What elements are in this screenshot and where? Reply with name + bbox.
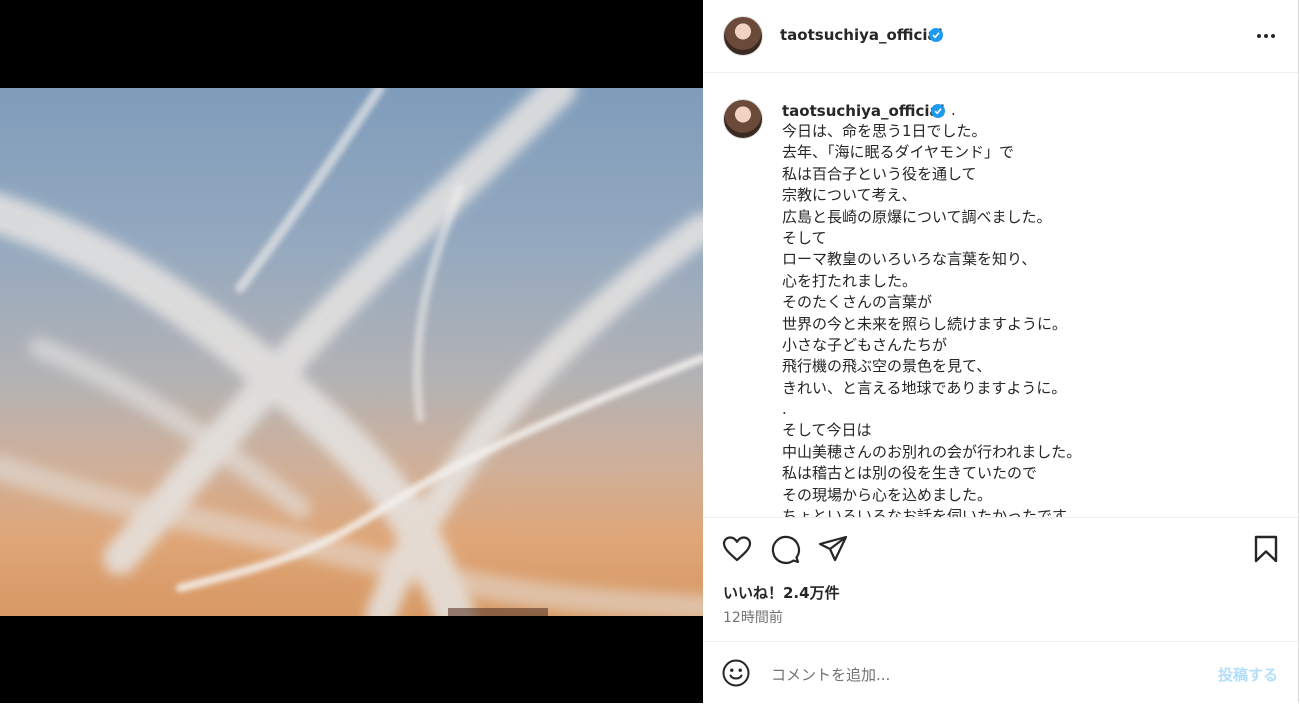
header-username[interactable]: taotsuchiya_official [780,26,943,44]
caption-first-line-suffix: . [951,101,956,119]
comment-input[interactable] [769,662,1193,688]
caption-username[interactable]: taotsuchiya_official [782,102,945,120]
caption-line: 去年、「海に眠るダイヤモンド」で [782,143,1015,162]
caption-line: 広島と長崎の原爆について調べました。 [782,207,1052,226]
bookmark-icon[interactable] [1250,533,1282,565]
caption-line: そのたくさんの言葉が [782,293,933,312]
emoji-icon[interactable] [721,658,751,688]
caption-line: 中山美穂さんのお別れの会が行われました。 [782,442,1082,461]
caption-area: taotsuchiya_official . 今日は、命を思う1日でした。 去年… [703,73,1298,518]
paper-plane-icon[interactable] [817,533,849,565]
caption-line: 私は百合子という役を通して [782,164,977,183]
caption-avatar[interactable] [723,99,763,139]
caption-line: ちょといろいろなお話を伺いたかったです [782,507,1068,518]
post-actions [703,518,1298,578]
post-comment-button[interactable]: 投稿する [1218,664,1278,685]
caption-line: その現場から心を込めました。 [782,485,993,504]
verified-badge-icon [929,28,943,42]
caption-line: 心を打たれました。 [782,271,918,290]
sky-with-contrails-photo [0,88,703,616]
caption-line: 私は稽古とは別の役を生きていたので [782,464,1038,483]
caption-line: 小さな子どもさんたちが [782,335,948,354]
post-header: taotsuchiya_official [703,0,1298,73]
post-details-pane: taotsuchiya_official taotsuchiya_officia… [703,0,1299,703]
more-options-icon[interactable] [1252,24,1280,48]
caption-line: そして今日は [782,421,872,440]
comment-bar: 投稿する [703,641,1298,704]
like-count[interactable]: いいね！2.4万件 [723,582,840,603]
caption-line: ローマ教皇のいろいろな言葉を知り、 [782,250,1037,269]
comment-icon[interactable] [769,533,801,565]
media-pane [0,0,703,703]
post-timestamp[interactable]: 12時間前 [723,607,783,627]
caption-line: きれい、と言える地球でありますように。 [782,378,1067,397]
verified-badge-icon [931,104,945,118]
profile-avatar[interactable] [723,16,763,56]
caption-line: そして [782,228,827,247]
heart-icon[interactable] [721,533,753,565]
caption-line: . [782,400,787,419]
caption-line: 今日は、命を思う1日でした。 [782,122,987,140]
caption-line: 世界の今と未来を照らし続けますように。 [782,314,1068,333]
caption-line: 宗教について考え、 [782,186,917,205]
post-photo[interactable] [0,88,703,616]
caption-text: 今日は、命を思う1日でした。 去年、「海に眠るダイヤモンド」で 私は百合子という… [782,121,1282,518]
caption-line: 飛行機の飛ぶ空の景色を見て、 [782,357,992,376]
